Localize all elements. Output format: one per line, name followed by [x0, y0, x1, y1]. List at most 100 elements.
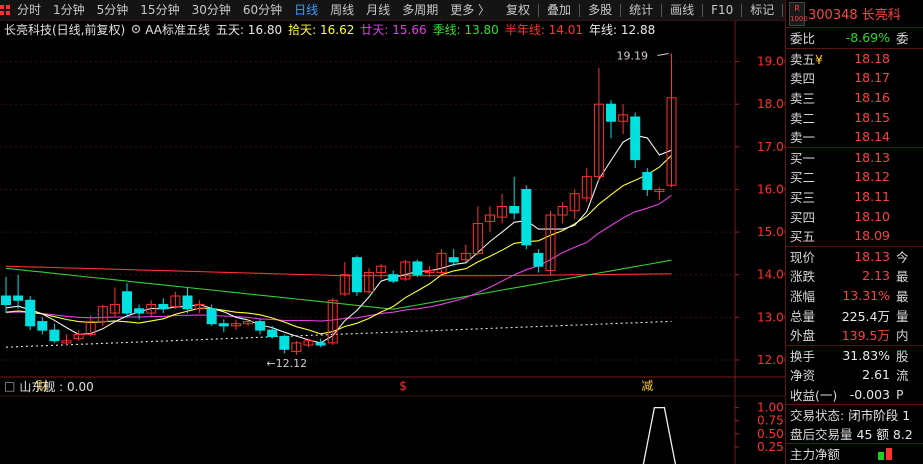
fund-stat-1-value: 2.61: [862, 367, 890, 383]
ma250-value: 年线: 12.88: [589, 22, 656, 37]
webi-value: -8.69%: [845, 30, 890, 46]
period-tab-4[interactable]: 30分钟: [186, 0, 237, 21]
candle-body: [315, 342, 326, 346]
price-tick-label: 19.00: [757, 55, 785, 69]
ma20-value: 廿天: 15.66: [360, 22, 427, 37]
trading-status: 交易状态: 闭市阶段 1 盘后交易量 45 额 8.2: [786, 405, 923, 443]
ask-level-1[interactable]: 卖一 18.14: [786, 127, 923, 147]
period-tab-3[interactable]: 15分钟: [134, 0, 185, 21]
candle-body: [388, 274, 399, 282]
bid-level-5-label: 买五: [790, 229, 816, 245]
ask-level-2[interactable]: 卖二 18.15: [786, 107, 923, 127]
tool-button-2[interactable]: 多股: [582, 0, 618, 21]
main-flow-bars: [878, 447, 893, 460]
ma60-value: 季线: 13.80: [432, 22, 499, 37]
ask-level-3[interactable]: 卖三 18.16: [786, 88, 923, 108]
main-flow-row[interactable]: 主力净额: [786, 444, 923, 463]
sub-tick-label: 0.50: [757, 427, 784, 441]
bid-level-2[interactable]: 买二 18.12: [786, 167, 923, 187]
price-stat-4-ext: 内: [896, 328, 909, 344]
price-stat-4-value: 139.5万: [841, 328, 890, 344]
bid-level-4[interactable]: 买四 18.10: [786, 206, 923, 226]
bid-level-3[interactable]: 买三 18.11: [786, 187, 923, 207]
period-tab-1[interactable]: 1分钟: [47, 0, 91, 21]
tool-button-6[interactable]: 标记: [744, 0, 780, 21]
fund-stat-0-ext: 股: [896, 348, 909, 364]
toolbar-divider: [741, 3, 743, 17]
status-row-1: 盘后交易量 45 额 8.2: [786, 424, 923, 443]
ask-level-5-flag: ¥: [815, 51, 823, 67]
ask-level-1-value: 18.14: [854, 129, 890, 145]
price-stat-3-label: 总量: [790, 308, 816, 324]
fund-stat-2[interactable]: 收益(一) -0.003 P: [786, 385, 923, 405]
bid-level-2-value: 18.12: [854, 169, 890, 185]
ask-level-1-label: 卖一: [790, 130, 816, 146]
price-stat-1-label: 涨跌: [790, 269, 816, 285]
price-stat-1-ext: 最: [896, 269, 909, 285]
ask-level-5[interactable]: 卖五¥ 18.18: [786, 49, 923, 69]
price-chart[interactable]: 19.00 18.00 17.00 16.00 15.00 14.00 13.00 12.00…: [0, 21, 785, 464]
period-tab-8[interactable]: 月线: [360, 0, 396, 21]
price-stat-2-label: 涨幅: [790, 289, 816, 305]
period-tab-0[interactable]: 分时: [11, 0, 47, 21]
tool-button-0[interactable]: 复权: [500, 0, 536, 21]
price-stat-4[interactable]: 外盘 139.5万内: [786, 325, 923, 345]
period-tab-10[interactable]: 更多 〉: [444, 0, 496, 21]
grid-menu-icon[interactable]: [0, 0, 11, 21]
bid-levels: 买一 18.13 买二 18.12 买三 18.11 买四 18.10 买五 18.09: [786, 148, 923, 246]
ask-level-2-label: 卖二: [790, 110, 816, 126]
toolbar-divider: [661, 3, 663, 17]
price-stat-0-ext: 今: [896, 249, 909, 265]
tool-button-5[interactable]: F10: [705, 0, 739, 21]
tool-button-1[interactable]: 叠加: [541, 0, 577, 21]
fund-stat-1[interactable]: 净资 2.61 流: [786, 365, 923, 385]
period-tab-6[interactable]: 日线: [288, 0, 324, 21]
period-tab-7[interactable]: 周线: [324, 0, 360, 21]
price-tick-label: 13.00: [757, 310, 785, 324]
price-stat-0[interactable]: 现价 18.13 今: [786, 247, 923, 267]
price-tick-label: 14.00: [757, 268, 785, 282]
bid-level-5-value: 18.09: [854, 228, 890, 244]
fund-stat-0-value: 31.83%: [842, 347, 890, 363]
bid-level-2-label: 买二: [790, 170, 816, 186]
candle-body: [25, 299, 36, 327]
period-tab-2[interactable]: 5分钟: [91, 0, 135, 21]
ma10-value: 拾天: 16.62: [288, 22, 355, 37]
period-tab-5[interactable]: 60分钟: [237, 0, 288, 21]
price-stat-1[interactable]: 涨跌 2.13 最: [786, 266, 923, 286]
candle-body: [606, 103, 616, 122]
ask-level-4[interactable]: 卖四 18.17: [786, 68, 923, 88]
candle-body: [448, 257, 459, 263]
ask-level-5-value: 18.18: [854, 50, 890, 66]
candle-body: [158, 304, 169, 310]
settings-gear-icon[interactable]: [131, 24, 141, 34]
quote-panel: R 1000 300348 长亮科 委比 -8.69% 委 卖五¥ 18.18 卖四 1…: [785, 0, 923, 464]
fund-stat-0[interactable]: 换手 31.83% 股: [786, 346, 923, 366]
period-tab-9[interactable]: 多周期: [396, 0, 444, 21]
price-stat-3[interactable]: 总量 225.4万量: [786, 305, 923, 325]
status-label-1: 盘后交易量: [790, 427, 853, 443]
period-toolbar: 分时 1分钟 5分钟 15分钟 30分钟 60分钟 日线 周线 月线 多周期 更多 〉 复权 叠加 多股…: [0, 0, 866, 21]
fund-stat-2-label: 收益(一): [790, 387, 838, 403]
tool-button-3[interactable]: 统计: [623, 0, 659, 21]
ma20-line: [5, 194, 672, 322]
bid-level-5[interactable]: 买五 18.09: [786, 226, 923, 246]
price-stat-0-value: 18.13: [854, 248, 890, 264]
bid-level-1[interactable]: 买一 18.13: [786, 148, 923, 168]
toolbar-divider: [702, 3, 704, 17]
signal-line: [642, 406, 677, 464]
collapse-icon[interactable]: □: [0, 379, 15, 393]
tool-button-4[interactable]: 画线: [664, 0, 700, 21]
price-stat-2[interactable]: 涨幅 13.31% 最: [786, 286, 923, 306]
price-tick-label: 17.00: [757, 140, 785, 154]
toolbar-divider: [579, 3, 581, 17]
candle-body: [182, 295, 193, 310]
price-stat-3-value: 225.4万: [841, 308, 890, 324]
bid-level-4-value: 18.10: [854, 208, 890, 224]
price-stats: 现价 18.13 今涨跌 2.13 最涨幅 13.31% 最总量 225.4万量外盘 139.5…: [786, 247, 923, 345]
fundamental-stats: 换手 31.83% 股净资 2.61 流收益(一) -0.003 P: [786, 346, 923, 405]
fund-stat-1-label: 净资: [790, 368, 816, 384]
bid-level-1-value: 18.13: [854, 149, 890, 165]
bid-level-1-label: 买一: [790, 150, 816, 166]
ma-indicator-name[interactable]: AA标准五线: [145, 21, 210, 38]
